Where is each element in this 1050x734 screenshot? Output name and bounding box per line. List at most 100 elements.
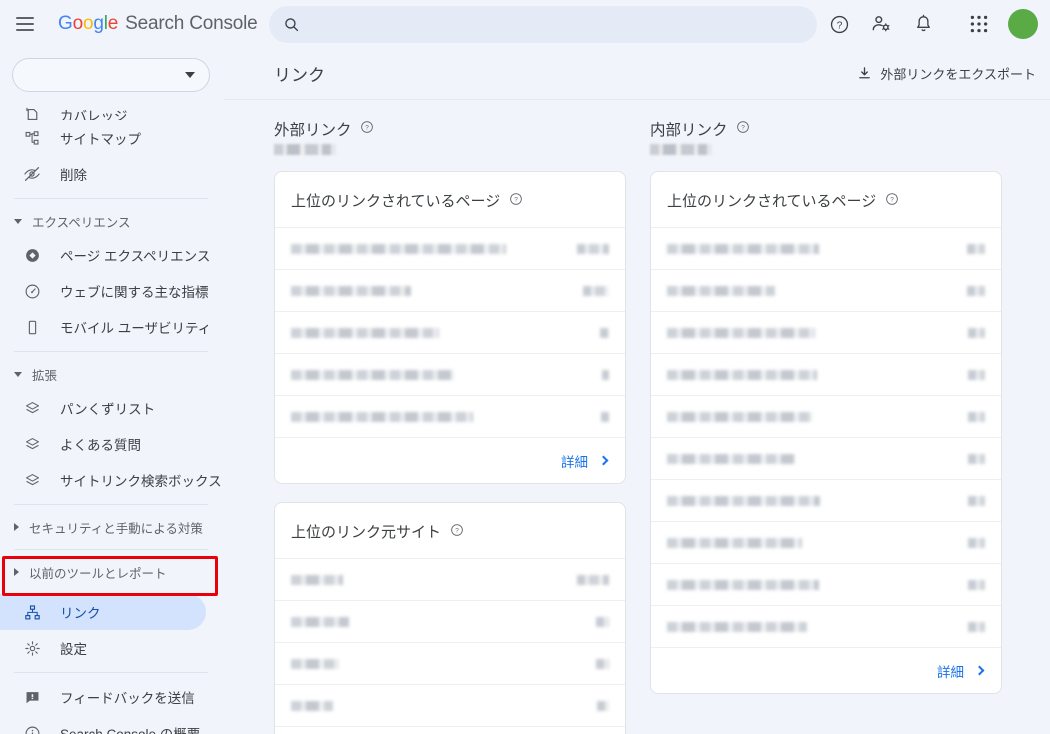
details-link-label: 詳細 [561,451,588,471]
sidebar-item-mobile-usability[interactable]: モバイル ユーザビリティ [0,309,224,345]
row-value-redacted [596,659,609,669]
sidebar-item-removals[interactable]: 削除 [0,156,224,192]
sidebar-item-label: 削除 [60,164,87,184]
table-row[interactable] [275,395,625,437]
sitelinks-searchbox-layers-icon [22,470,42,490]
help-circle-icon[interactable]: ? [509,192,523,210]
sidebar-item-sitelinks-searchbox[interactable]: サイトリンク検索ボックス [0,462,224,498]
download-icon [857,66,872,81]
sidebar-divider [14,549,208,550]
help-circle-icon[interactable]: ? [360,120,374,139]
card-footer: 詳細 [651,647,1001,693]
card-title-label: 上位のリンクされているページ [291,190,500,211]
help-circle-icon[interactable]: ? [450,523,464,541]
feedback-icon [22,687,42,707]
logo-letter-o2: o [83,13,93,34]
removals-eye-off-icon [22,164,42,184]
user-avatar[interactable] [1008,9,1038,39]
help-icon[interactable]: ? [820,5,858,43]
table-row[interactable] [651,563,1001,605]
account-settings-icon[interactable] [862,5,900,43]
column-heading-label: 外部リンク [274,118,352,140]
brand-logo[interactable]: Google Search Console [58,13,258,35]
hamburger-menu-icon[interactable] [16,12,40,36]
table-row[interactable] [651,269,1001,311]
search-icon [283,16,300,33]
search-input[interactable] [300,17,817,33]
sidebar-item-core-web-vitals[interactable]: ウェブに関する主な指標 [0,273,224,309]
row-label-redacted [667,328,815,338]
sidebar-item-coverage[interactable]: カバレッジ [0,98,224,120]
export-external-links-button[interactable]: 外部リンクをエクスポート [857,64,1036,83]
notifications-bell-icon[interactable] [904,5,942,43]
row-label-redacted [291,617,349,627]
row-value-redacted [968,580,985,590]
sidebar-section-legacy-tools[interactable]: 以前のツールとレポート [0,556,224,588]
property-selector[interactable] [12,58,210,92]
table-row[interactable] [651,311,1001,353]
row-label-redacted [667,244,819,254]
chevron-right-icon [975,666,985,676]
row-label-redacted [291,286,411,296]
logo-letter-e: e [108,13,118,34]
sidebar-divider [14,504,208,505]
table-row[interactable] [651,437,1001,479]
chevron-right-icon [599,456,609,466]
table-row[interactable] [651,395,1001,437]
table-row[interactable] [275,353,625,395]
help-circle-icon[interactable]: ? [736,120,750,139]
apps-grid-icon[interactable] [960,5,998,43]
sidebar-item-sitemaps[interactable]: サイトマップ [0,120,224,156]
sidebar-section-label: エクスペリエンス [32,212,131,231]
row-value-redacted [596,617,609,627]
sidebar-item-breadcrumbs[interactable]: パンくずリスト [0,390,224,426]
sidebar-section-security[interactable]: セキュリティと手動による対策 [0,511,224,543]
table-row[interactable] [275,684,625,726]
table-row[interactable] [651,479,1001,521]
table-row[interactable] [275,227,625,269]
table-row[interactable] [651,353,1001,395]
sidebar-item-label: サイトマップ [60,128,141,148]
table-row[interactable] [651,521,1001,563]
card-footer: 詳細 [275,437,625,483]
search-bar[interactable] [269,6,817,43]
table-row[interactable] [651,605,1001,647]
row-value-redacted [968,496,985,506]
table-row[interactable] [275,642,625,684]
sidebar-item-settings[interactable]: 設定 [0,630,224,666]
sidebar-section-label: 拡張 [32,365,57,384]
chevron-right-icon [14,523,19,531]
row-value-redacted [602,370,609,380]
core-web-vitals-speedometer-icon [22,281,42,301]
table-row[interactable] [275,269,625,311]
row-label-redacted [667,412,812,422]
links-icon [22,602,42,622]
table-row[interactable] [275,311,625,353]
sidebar-item-about-search-console[interactable]: Search Console の概要 [0,715,224,734]
sidebar-item-label: モバイル ユーザビリティ [60,317,211,337]
table-row[interactable] [275,600,625,642]
sidebar-item-page-experience[interactable]: ページ エクスペリエンス [0,237,224,273]
sidebar-item-faq[interactable]: よくある質問 [0,426,224,462]
row-value-redacted [577,244,609,254]
sidebar-item-label: よくある質問 [60,434,141,454]
export-button-label: 外部リンクをエクスポート [880,64,1036,83]
help-circle-icon[interactable]: ? [885,192,899,210]
card-top-linked-pages-external: 上位のリンクされているページ ? [274,171,626,484]
sidebar-item-send-feedback[interactable]: フィードバックを送信 [0,679,224,715]
table-row[interactable] [275,726,625,734]
details-link[interactable]: 詳細 [561,451,607,471]
internal-links-column: 内部リンク ? 上位のリンクされているページ [650,118,1002,734]
sidebar-section-enhancements[interactable]: 拡張 [0,358,224,390]
sidebar-section-label: 以前のツールとレポート [29,563,167,582]
details-link[interactable]: 詳細 [937,661,983,681]
table-row[interactable] [651,227,1001,269]
sidebar-divider [14,351,208,352]
table-row[interactable] [275,558,625,600]
search-console-app: Google Search Console ? [0,0,1050,734]
internal-links-heading: 内部リンク ? [650,118,1002,140]
sidebar-item-links[interactable]: リンク [0,594,206,630]
sidebar-section-experience[interactable]: エクスペリエンス [0,205,224,237]
top-bar-actions: ? [820,0,1038,48]
card-title-label: 上位のリンクされているページ [667,190,876,211]
